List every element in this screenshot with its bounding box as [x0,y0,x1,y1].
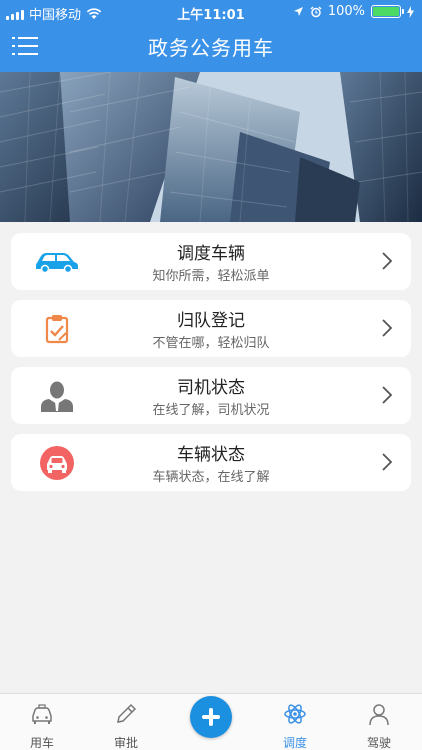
tab-label: 驾驶 [366,736,391,750]
skyscrapers-photo [0,72,422,222]
alarm-icon [310,6,322,17]
card-subtitle: 不管在哪，轻松归队 [152,336,270,351]
card-title: 归队登记 [177,311,245,331]
add-button[interactable] [190,696,232,738]
battery-fill [373,7,399,16]
card-title: 车辆状态 [177,445,245,465]
function-cards: 调度车辆 知你所需，轻松派单 归队登记 不管在哪，轻松归队 司机状态 在线了解，… [11,233,411,501]
location-arrow-icon [293,7,303,16]
card-vehicle-status[interactable]: 车辆状态 车辆状态，在线了解 [11,434,411,491]
person-tab-icon [369,704,389,726]
card-subtitle: 知你所需，轻松派单 [152,269,270,284]
status-right: 100% [293,4,414,19]
tab-dispatch[interactable]: 调度 [253,694,337,750]
tab-driving[interactable]: 驾驶 [337,694,421,750]
top-bar: 中国移动 上午11:01 100% 政务公务用车 [0,0,422,72]
tab-use-car[interactable]: 用车 [0,694,84,750]
card-subtitle: 在线了解，司机状况 [152,403,270,418]
chevron-right-icon [382,386,393,404]
chevron-right-icon [382,252,393,270]
banner-image [0,72,422,222]
card-title: 调度车辆 [177,244,245,264]
tab-label: 调度 [282,736,307,750]
card-title: 司机状态 [177,378,245,398]
tab-label: 审批 [113,736,138,750]
tab-approval[interactable]: 审批 [84,694,168,750]
page-title: 政务公务用车 [148,36,274,60]
battery-percent: 100% [327,4,365,19]
status-bar: 中国移动 上午11:01 100% [0,0,422,24]
nav-bar: 政务公务用车 [0,24,422,72]
battery-icon [371,5,404,18]
chevron-right-icon [382,453,393,471]
card-dispatch-vehicle[interactable]: 调度车辆 知你所需，轻松派单 [11,233,411,290]
chevron-right-icon [382,319,393,337]
car-tab-icon [32,704,52,724]
tab-label: 用车 [29,736,54,750]
card-driver-status[interactable]: 司机状态 在线了解，司机状况 [11,367,411,424]
pencil-icon [117,703,137,723]
charging-icon [407,5,414,18]
card-subtitle: 车辆状态，在线了解 [152,470,270,485]
atom-icon [284,704,306,724]
card-return-registration[interactable]: 归队登记 不管在哪，轻松归队 [11,300,411,357]
